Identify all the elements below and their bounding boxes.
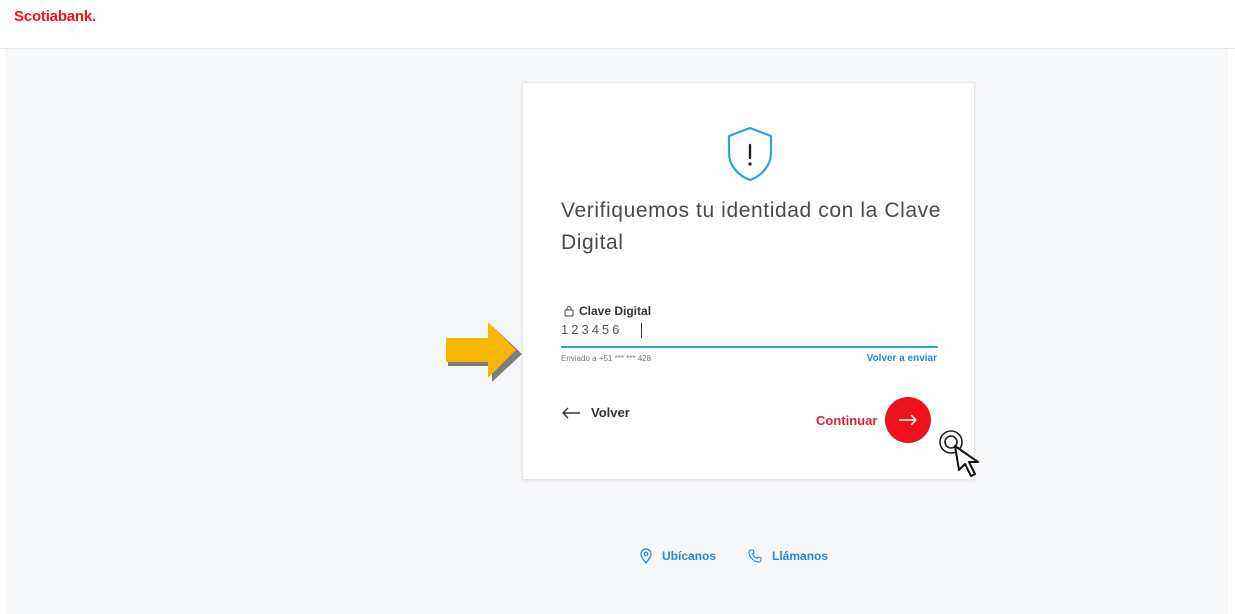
arrow-right-icon [899, 414, 918, 426]
phone-icon [748, 549, 762, 563]
footer-link-ubicanos[interactable]: Ubícanos [640, 548, 716, 564]
clave-digital-label: Clave Digital [563, 304, 651, 318]
hand-cursor-icon [939, 430, 979, 477]
back-button-label: Volver [591, 405, 630, 420]
arrow-left-icon [562, 407, 580, 418]
top-header: Scotiabank. [0, 0, 1235, 49]
footer-link-llamanos[interactable]: Llámanos [748, 549, 828, 563]
page-title: Verifiquemos tu identidad con la Clave D… [561, 199, 942, 254]
continue-circle[interactable] [885, 397, 932, 443]
continue-button[interactable]: Continuar [816, 397, 932, 443]
clave-digital-label-text: Clave Digital [579, 304, 652, 318]
footer-link-ubicanos-label: Ubícanos [662, 549, 717, 563]
verification-card: Verifiquemos tu identidad con la Clave D… [522, 82, 975, 480]
footer-links: Ubícanos Llámanos [640, 548, 828, 564]
back-button[interactable]: Volver [561, 405, 630, 420]
input-underline [561, 346, 938, 348]
continue-button-label: Continuar [816, 412, 878, 428]
sent-to-text: Enviado a +51 *** *** 428 [561, 354, 652, 363]
lock-icon [564, 306, 574, 317]
location-pin-icon [640, 548, 652, 564]
text-caret [641, 323, 642, 338]
scotiabank-logo[interactable]: Scotiabank. [14, 8, 96, 25]
footer-link-llamanos-label: Llámanos [772, 549, 829, 563]
annotation-arrow-icon [446, 322, 522, 382]
resend-link[interactable]: Volver a enviar [867, 353, 937, 364]
clave-digital-input[interactable] [561, 322, 921, 337]
shield-alert-icon [727, 126, 773, 182]
